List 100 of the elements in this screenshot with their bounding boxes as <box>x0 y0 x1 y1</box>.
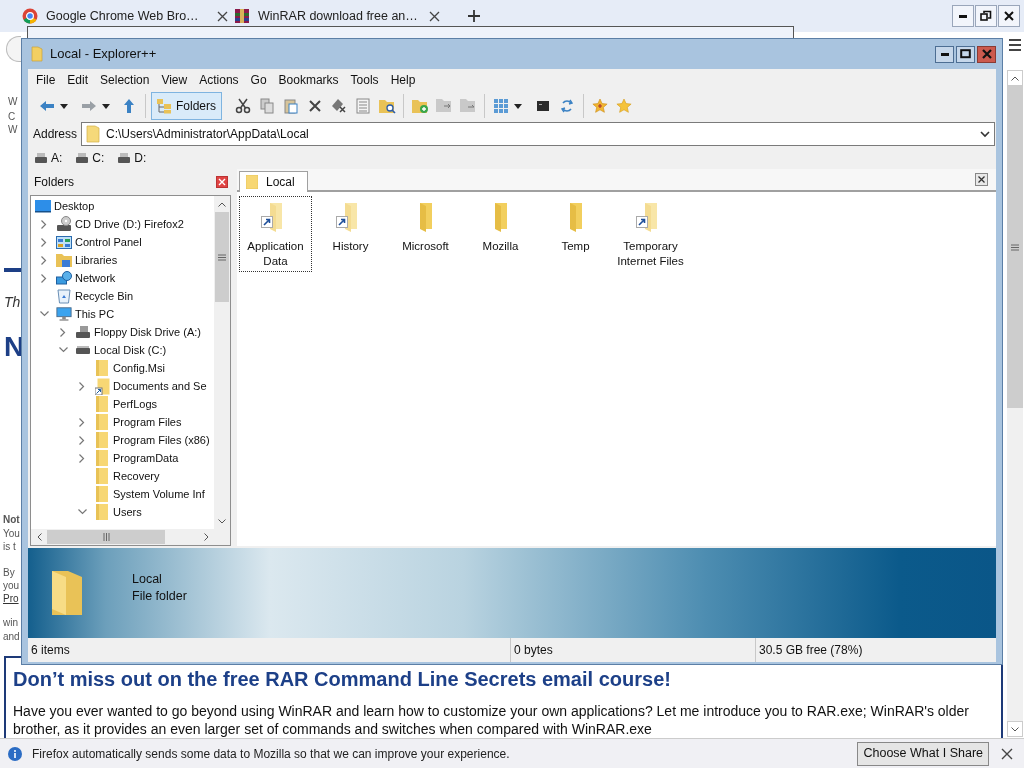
close-tab-button[interactable] <box>975 173 988 186</box>
scroll-down-button[interactable] <box>1007 721 1023 737</box>
folder-item[interactable]: Temp <box>539 196 612 257</box>
dropdown-arrow-icon[interactable] <box>60 103 68 109</box>
menu-item[interactable]: View <box>155 71 194 89</box>
browser-tab[interactable]: Google Chrome Web Bro… <box>22 3 234 29</box>
tree-item[interactable]: Program Files <box>31 413 214 431</box>
menu-item[interactable]: Tools <box>344 71 385 89</box>
tree-item[interactable]: Network <box>31 269 214 287</box>
minimize-button[interactable] <box>952 5 974 27</box>
scrollbar[interactable] <box>1007 70 1023 737</box>
scissors-icon[interactable] <box>235 98 251 114</box>
tree-item[interactable]: Local Disk (C:) <box>31 341 214 359</box>
scrollbar[interactable] <box>31 529 230 545</box>
menu-item[interactable]: File <box>30 71 62 89</box>
folder-item[interactable]: History <box>314 196 387 257</box>
close-button[interactable] <box>977 45 996 63</box>
tree-item[interactable]: Desktop <box>31 197 214 215</box>
chevron-left-icon[interactable] <box>36 533 42 541</box>
menu-item[interactable]: Actions <box>193 71 245 89</box>
dropdown-arrow-icon[interactable] <box>102 103 110 109</box>
tree-item[interactable]: Control Panel <box>31 233 214 251</box>
refresh-icon[interactable] <box>561 99 573 113</box>
link[interactable]: Pro <box>3 593 19 605</box>
star-plus-icon[interactable] <box>592 98 608 114</box>
scroll-thumb[interactable] <box>215 212 229 302</box>
folder-arrow-icon[interactable] <box>436 99 452 113</box>
tree-item[interactable]: Libraries <box>31 251 214 269</box>
close-icon[interactable] <box>1001 747 1013 760</box>
tree-item[interactable]: System Volume Inf <box>31 485 214 503</box>
tree-item[interactable]: Documents and Se <box>31 377 214 395</box>
new-tab-button[interactable] <box>466 8 482 24</box>
folder-search-icon[interactable] <box>378 98 396 114</box>
menu-item[interactable]: Go <box>244 71 273 89</box>
scrollbar[interactable] <box>214 196 230 529</box>
forward-arrow-icon[interactable] <box>81 100 97 112</box>
eraser-icon[interactable] <box>332 99 346 113</box>
tree-item[interactable]: Floppy Disk Drive (A:) <box>31 323 214 341</box>
maximize-button[interactable] <box>956 45 975 63</box>
choose-button[interactable]: Choose What I Share <box>857 741 989 766</box>
dropdown-arrow-icon[interactable] <box>514 103 522 109</box>
tree-item[interactable]: Users <box>31 503 214 521</box>
browser-tab[interactable]: WinRAR download free an… <box>234 3 446 29</box>
tab[interactable]: Local <box>239 171 308 192</box>
drive-button[interactable]: C: <box>76 149 105 167</box>
minimize-button[interactable] <box>935 45 954 63</box>
chevron-down-icon[interactable] <box>218 518 226 524</box>
folder-item[interactable]: Microsoft <box>389 196 462 257</box>
menu-item[interactable]: Help <box>384 71 422 89</box>
tree-item[interactable]: CD Drive (D:) Firefox2 <box>31 215 214 233</box>
tree-item[interactable]: Config.Msi <box>31 359 214 377</box>
chevron-right-icon[interactable] <box>41 273 47 283</box>
grid-icon[interactable] <box>494 99 508 113</box>
folder-shortcut-icon <box>94 377 110 395</box>
chevron-right-icon[interactable] <box>60 327 66 337</box>
chevron-right-icon[interactable] <box>79 453 85 463</box>
chevron-right-icon[interactable] <box>79 417 85 427</box>
delete-icon[interactable] <box>309 100 321 112</box>
scroll-up-button[interactable] <box>1007 70 1023 86</box>
address-field[interactable]: C:\Users\Administrator\AppData\Local <box>81 122 995 146</box>
folder-item[interactable]: Application Data <box>239 196 312 272</box>
back-arrow-icon[interactable] <box>39 100 55 112</box>
status-text: 0 bytes <box>510 638 755 662</box>
tree-item[interactable]: Program Files (x86) <box>31 431 214 449</box>
close-icon[interactable] <box>429 10 440 22</box>
scroll-thumb[interactable] <box>47 530 165 544</box>
menu-icon[interactable] <box>1009 38 1021 52</box>
new-folder-icon[interactable] <box>411 98 429 114</box>
tree-item[interactable]: Recovery <box>31 467 214 485</box>
menu-item[interactable]: Selection <box>94 71 156 89</box>
chevron-up-icon[interactable] <box>218 201 226 207</box>
close-icon[interactable] <box>217 10 228 22</box>
tree-item[interactable]: ProgramData <box>31 449 214 467</box>
terminal-icon[interactable] <box>537 101 549 111</box>
chevron-down-icon[interactable] <box>980 130 990 138</box>
chevron-right-icon[interactable] <box>79 435 85 445</box>
chevron-right-icon[interactable] <box>41 219 47 229</box>
menu-item[interactable]: Edit <box>61 71 95 89</box>
drive-button[interactable]: A: <box>35 149 63 167</box>
star-icon[interactable] <box>616 98 632 114</box>
folder-item[interactable]: Temporary Internet Files <box>614 196 687 272</box>
chevron-right-icon[interactable] <box>203 533 209 541</box>
chevron-right-icon[interactable] <box>41 237 47 247</box>
up-arrow-icon[interactable] <box>123 98 135 114</box>
scroll-thumb[interactable] <box>1007 86 1023 408</box>
chevron-right-icon[interactable] <box>41 255 47 265</box>
clipboard-icon[interactable] <box>284 98 298 114</box>
copy-icon[interactable] <box>260 98 274 114</box>
tree-item[interactable]: Recycle Bin <box>31 287 214 305</box>
chevron-right-icon[interactable] <box>79 381 85 391</box>
restore-button[interactable] <box>975 5 997 27</box>
folder-icon <box>52 571 82 615</box>
tree-item[interactable]: This PC <box>31 305 214 323</box>
tree-item[interactable]: PerfLogs <box>31 395 214 413</box>
folder-arrow-icon[interactable] <box>460 99 476 113</box>
menu-item[interactable]: Bookmarks <box>272 71 345 89</box>
close-button[interactable] <box>998 5 1020 27</box>
folders-button[interactable]: Folders <box>151 92 222 120</box>
folder-item[interactable]: Mozilla <box>464 196 537 257</box>
drive-button[interactable]: D: <box>118 149 147 167</box>
